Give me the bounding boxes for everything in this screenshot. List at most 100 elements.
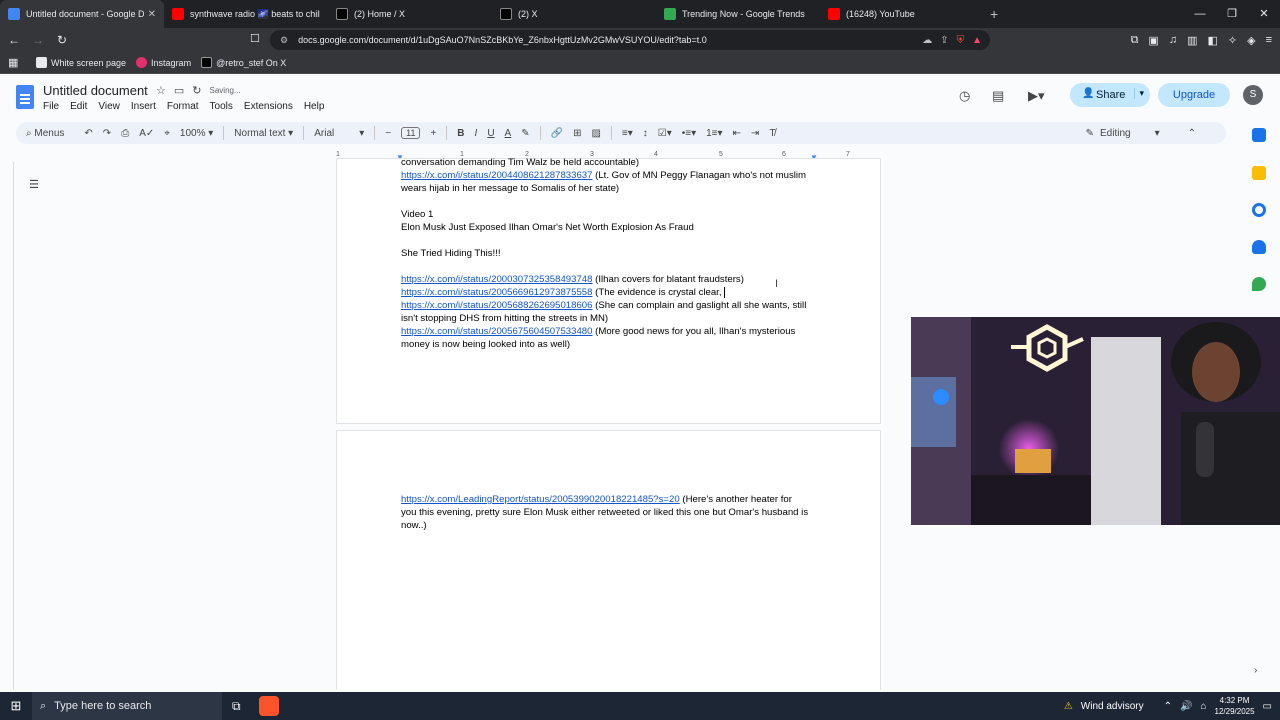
align-icon[interactable]: ≡▾ <box>622 128 633 139</box>
brave-browser-icon[interactable] <box>258 696 279 716</box>
maps-icon[interactable] <box>1252 277 1266 291</box>
menu-insert[interactable]: Insert <box>131 101 156 112</box>
cloud-icon[interactable]: ☁ <box>922 35 932 46</box>
brave-rewards-icon[interactable]: ▲ <box>972 35 982 46</box>
tweet-link[interactable]: https://x.com/LeadingReport/status/20053… <box>401 494 680 505</box>
new-tab-icon[interactable]: + <box>990 6 998 22</box>
menu-extensions[interactable]: Extensions <box>244 101 293 112</box>
font-select[interactable]: Arial ▾ <box>314 128 364 139</box>
tweet-link[interactable]: https://x.com/i/status/20044086212878336… <box>401 170 592 181</box>
wallet-icon[interactable]: ◧ <box>1207 34 1217 47</box>
bullet-list-icon[interactable]: •≡▾ <box>682 128 696 139</box>
image-icon[interactable]: ▨ <box>591 128 600 139</box>
tab-home-x[interactable]: (2) Home / X <box>328 0 492 28</box>
tasks-icon[interactable] <box>1252 203 1266 217</box>
font-size-input[interactable]: 11 <box>401 127 421 139</box>
minimize-icon[interactable]: — <box>1184 0 1216 28</box>
restore-icon[interactable]: ❐ <box>1216 0 1248 28</box>
brave-shield-icon[interactable]: ⛨ <box>957 35 965 46</box>
bookmark-icon[interactable]: ☐ <box>250 32 260 45</box>
checklist-icon[interactable]: ☑▾ <box>658 128 672 139</box>
apps-grid-icon[interactable]: ▦ <box>8 56 26 69</box>
highlight-icon[interactable]: ✎ <box>521 128 529 139</box>
tab-google-docs[interactable]: Untitled document - Google Do ✕ <box>0 0 164 28</box>
vpn-icon[interactable]: ◈ <box>1247 34 1255 47</box>
increase-indent-icon[interactable]: ⇥ <box>751 128 759 139</box>
menu-help[interactable]: Help <box>304 101 325 112</box>
editing-mode-select[interactable]: ✎ Editing ▾ ⌃ <box>1086 128 1196 139</box>
keep-icon[interactable] <box>1252 166 1266 180</box>
site-info-icon[interactable]: ⚙ <box>280 35 288 46</box>
menu-edit[interactable]: Edit <box>70 101 87 112</box>
star-icon[interactable]: ☆ <box>156 84 166 97</box>
undo-icon[interactable]: ↶ <box>84 128 92 139</box>
version-history-icon[interactable]: ◷ <box>959 88 970 104</box>
search-menus[interactable]: ⌕ Menus <box>26 128 64 139</box>
tab-google-trends[interactable]: Trending Now - Google Trends <box>656 0 820 28</box>
increase-font-size-icon[interactable]: + <box>430 128 436 139</box>
chevron-down-icon[interactable]: ▾ <box>1134 88 1144 99</box>
leo-ai-icon[interactable]: ✧ <box>1228 34 1237 47</box>
meet-icon[interactable]: ▶▾ <box>1028 88 1045 104</box>
extension-icon[interactable]: ⧉ <box>1131 34 1139 47</box>
redo-icon[interactable]: ↷ <box>103 128 111 139</box>
menu-view[interactable]: View <box>98 101 120 112</box>
network-icon[interactable]: ⌂ <box>1200 701 1206 712</box>
underline-icon[interactable]: U <box>487 128 494 139</box>
tab-x[interactable]: (2) X <box>492 0 656 28</box>
menu-file[interactable]: File <box>43 101 59 112</box>
italic-icon[interactable]: I <box>475 128 478 139</box>
spellcheck-icon[interactable]: A✓ <box>139 128 154 139</box>
share-button[interactable]: 👤 Share ▾ <box>1070 83 1150 107</box>
upgrade-button[interactable]: Upgrade <box>1158 83 1230 107</box>
link-icon[interactable]: 🔗 <box>551 128 563 139</box>
windows-start-icon[interactable]: ⊞ <box>0 698 32 714</box>
paint-format-icon[interactable]: ⌖ <box>164 128 170 139</box>
document-outline-icon[interactable]: ☰ <box>29 178 39 191</box>
notifications-icon[interactable]: ▭ <box>1263 701 1272 712</box>
print-icon[interactable]: ⎙ <box>121 128 129 139</box>
tab-youtube[interactable]: (16248) YouTube <box>820 0 984 28</box>
tweet-link[interactable]: https://x.com/i/status/20056756045075334… <box>401 326 592 337</box>
clock[interactable]: 4:32 PM 12/29/2025 <box>1215 695 1255 717</box>
menu-tools[interactable]: Tools <box>210 101 233 112</box>
tab-synthwave-radio[interactable]: synthwave radio 🌌 beats to chill <box>164 0 328 28</box>
browser-menu-icon[interactable]: ≡ <box>1266 34 1272 46</box>
zoom-select[interactable]: 100% ▾ <box>180 128 213 139</box>
weather-text[interactable]: Wind advisory <box>1081 701 1144 712</box>
document-page[interactable]: https://x.com/LeadingReport/status/20053… <box>336 430 881 690</box>
bookmark-retro-stef[interactable]: @retro_stef On X <box>201 57 286 68</box>
tweet-link[interactable]: https://x.com/i/status/20003073253584937… <box>401 274 592 285</box>
close-window-icon[interactable]: ✕ <box>1248 0 1280 28</box>
forward-icon[interactable]: → <box>28 33 48 47</box>
decrease-font-size-icon[interactable]: − <box>385 128 391 139</box>
expand-panel-icon[interactable]: › <box>1254 665 1257 676</box>
tweet-link[interactable]: https://x.com/i/status/20056882626950186… <box>401 300 592 311</box>
sheets-icon[interactable] <box>1252 128 1266 142</box>
screenshot-icon[interactable]: ▣ <box>1148 34 1158 47</box>
menu-format[interactable]: Format <box>167 101 199 112</box>
avatar[interactable]: S <box>1243 85 1263 105</box>
numbered-list-icon[interactable]: 1≡▾ <box>706 128 722 139</box>
close-icon[interactable]: ✕ <box>148 9 156 20</box>
clear-formatting-icon[interactable]: T̸ <box>769 128 775 139</box>
comment-icon[interactable]: ⊞ <box>573 128 581 139</box>
collapse-icon[interactable]: ⌃ <box>1188 128 1196 139</box>
document-page[interactable]: conversation demanding Tim Walz be held … <box>336 157 881 424</box>
comments-icon[interactable]: ▤ <box>992 88 1004 104</box>
taskbar-search[interactable]: ⌕ Type here to search <box>32 692 222 720</box>
reload-icon[interactable]: ↻ <box>52 33 72 47</box>
task-view-icon[interactable]: ⧉ <box>232 699 241 714</box>
music-icon[interactable]: ♫ <box>1169 34 1177 46</box>
docs-logo-icon[interactable] <box>16 85 34 109</box>
volume-icon[interactable]: 🔊 <box>1180 701 1192 712</box>
tweet-link[interactable]: https://x.com/i/status/20056696129738755… <box>401 287 592 298</box>
bold-icon[interactable]: B <box>457 128 464 139</box>
contacts-icon[interactable] <box>1252 240 1266 254</box>
move-folder-icon[interactable]: ▭ <box>174 84 184 97</box>
document-title[interactable]: Untitled document <box>43 83 148 98</box>
style-select[interactable]: Normal text ▾ <box>234 128 293 139</box>
decrease-indent-icon[interactable]: ⇤ <box>733 128 741 139</box>
line-spacing-icon[interactable]: ↕ <box>643 128 648 139</box>
bookmark-white-screen[interactable]: White screen page <box>36 57 126 68</box>
